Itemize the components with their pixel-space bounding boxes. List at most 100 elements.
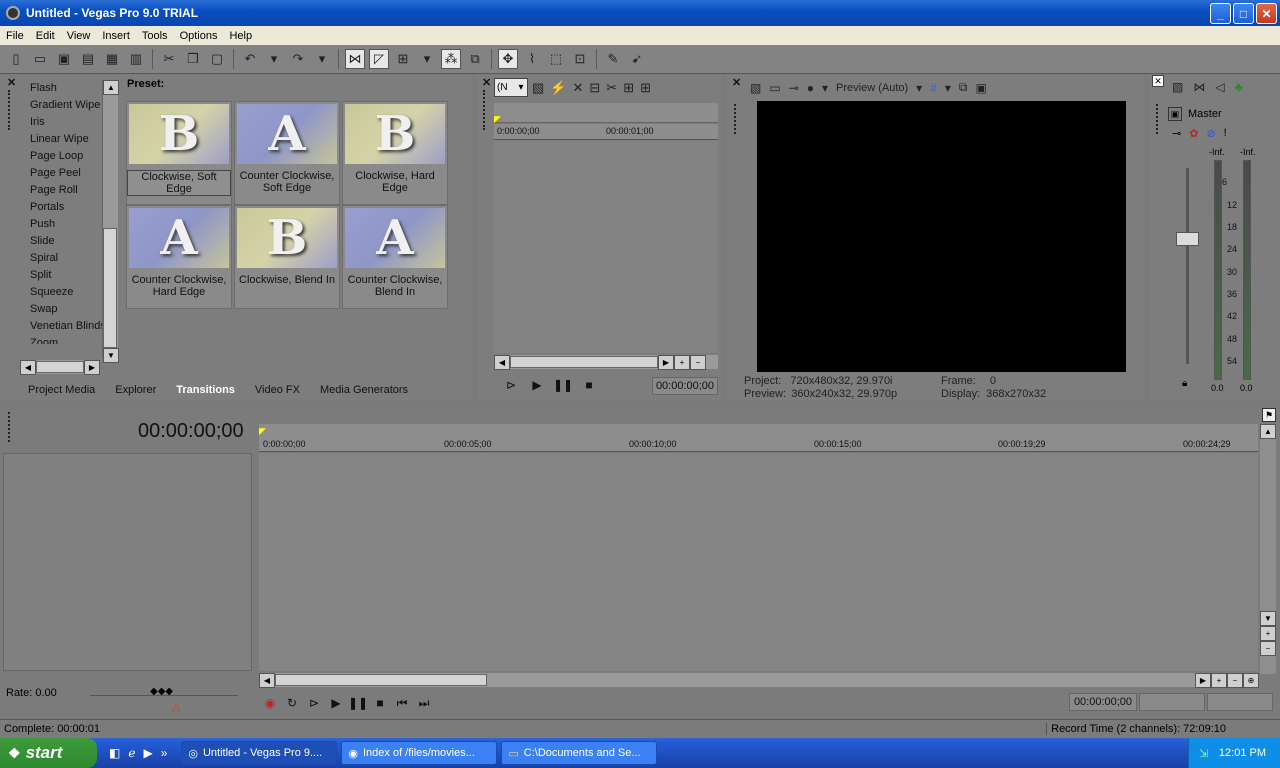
preview-properties-icon[interactable]: ▧ xyxy=(750,81,761,95)
zoom-tool-icon[interactable]: ⊕ xyxy=(1243,672,1259,688)
ripple-dropdown-icon[interactable]: ▾ xyxy=(417,49,437,69)
timeline-vertical-scrollbar[interactable]: ▲ ▼ + − xyxy=(1260,424,1276,674)
chevron-down-icon[interactable]: ▾ xyxy=(916,81,922,95)
insert-bus-icon[interactable]: ♣ xyxy=(1235,80,1243,94)
timeline-horizontal-scrollbar[interactable]: ◀ ▶ + − ⊕ xyxy=(259,672,1259,688)
panel-grip[interactable] xyxy=(8,412,11,442)
network-icon[interactable]: ⇲ xyxy=(1199,747,1208,760)
list-item[interactable]: Swap xyxy=(20,301,102,318)
tab-media-generators[interactable]: Media Generators xyxy=(310,384,418,396)
close-panel-icon[interactable]: ✕ xyxy=(482,76,491,89)
menu-insert[interactable]: Insert xyxy=(96,30,136,42)
panel-grip[interactable] xyxy=(483,90,486,130)
select-region-2-icon[interactable]: ⊞ xyxy=(640,80,651,96)
list-item[interactable]: Flash xyxy=(20,80,102,97)
track-list[interactable] xyxy=(3,453,252,671)
stop-icon[interactable]: ■ xyxy=(578,376,600,394)
timeline-ruler[interactable]: 0:00:00;00 00:00:05;00 00:00:10;00 00:00… xyxy=(259,437,1258,452)
preset-thumbnail[interactable]: B Clockwise, Soft Edge xyxy=(126,101,232,205)
preset-thumbnail[interactable]: A Counter Clockwise, Blend In xyxy=(342,205,448,309)
internet-explorer-icon[interactable]: ℯ xyxy=(128,746,135,760)
list-item[interactable]: Zoom xyxy=(20,335,102,344)
scroll-right-icon[interactable]: ▶ xyxy=(84,359,100,375)
preset-thumbnail[interactable]: B Clockwise, Blend In xyxy=(234,205,340,309)
save-icon[interactable]: ▣ xyxy=(54,49,74,69)
save-snapshot-icon[interactable]: ▣ xyxy=(976,81,987,95)
zoom-out-icon[interactable]: − xyxy=(1227,672,1243,688)
trimmer-history-dropdown[interactable]: (N ▾ xyxy=(494,78,528,97)
list-item[interactable]: Page Peel xyxy=(20,165,102,182)
scroll-up-icon[interactable]: ▲ xyxy=(1260,424,1276,439)
tab-video-fx[interactable]: Video FX xyxy=(245,384,310,396)
copy-snapshot-icon[interactable]: ⧉ xyxy=(959,80,968,95)
list-item[interactable]: Venetian Blinds xyxy=(20,318,102,335)
copy-icon[interactable]: ❐ xyxy=(183,49,203,69)
undo-icon[interactable]: ↶ xyxy=(240,49,260,69)
dim-output-icon[interactable]: ◁ xyxy=(1215,80,1224,94)
snapping-icon[interactable]: ⋈ xyxy=(345,49,365,69)
scroll-left-icon[interactable]: ◀ xyxy=(494,354,510,370)
go-to-start-icon[interactable]: ⏮ xyxy=(391,694,413,712)
undo-dropdown-icon[interactable]: ▾ xyxy=(264,49,284,69)
scroll-down-icon[interactable]: ▼ xyxy=(1260,611,1276,626)
media-player-icon[interactable]: ▶ xyxy=(143,746,152,760)
panel-grip[interactable] xyxy=(734,104,737,134)
scroll-thumb[interactable] xyxy=(103,228,117,348)
marker-flag-icon[interactable]: ⚑ xyxy=(1262,408,1276,422)
mute-icon[interactable]: ⊘ xyxy=(1206,127,1215,140)
list-item[interactable]: Squeeze xyxy=(20,284,102,301)
zoom-in-icon[interactable]: + xyxy=(674,354,690,370)
preset-thumbnail[interactable]: A Counter Clockwise, Hard Edge xyxy=(126,205,232,309)
play-icon[interactable]: ▶ xyxy=(526,376,548,394)
trim-icon[interactable]: ✂ xyxy=(606,80,617,96)
list-item[interactable]: Page Loop xyxy=(20,148,102,165)
external-monitor-icon[interactable]: ▭ xyxy=(769,81,780,95)
split-screen-icon[interactable]: ⊸ xyxy=(789,81,799,95)
preview-quality-icon[interactable]: ● xyxy=(807,81,814,95)
tab-transitions[interactable]: Transitions xyxy=(166,384,245,396)
list-item[interactable]: Iris xyxy=(20,114,102,131)
redo-icon[interactable]: ↷ xyxy=(288,49,308,69)
master-fader-knob[interactable] xyxy=(1176,232,1199,246)
close-panel-icon[interactable]: ✕ xyxy=(1152,75,1164,87)
trimmer-scrollbar[interactable]: ◀ ▶ + − xyxy=(494,354,718,370)
redo-dropdown-icon[interactable]: ▾ xyxy=(312,49,332,69)
list-item[interactable]: Spiral xyxy=(20,250,102,267)
maximize-button[interactable]: □ xyxy=(1233,3,1254,24)
list-item[interactable]: Split xyxy=(20,267,102,284)
lock-envelopes-icon[interactable]: ⁂ xyxy=(441,49,461,69)
preset-thumbnail[interactable]: B Clockwise, Hard Edge xyxy=(342,101,448,205)
zoom-tool-icon[interactable]: ⊡ xyxy=(570,49,590,69)
add-to-timeline-icon[interactable]: ⊟ xyxy=(589,80,600,96)
save-as-icon[interactable]: ▤ xyxy=(78,49,98,69)
menu-tools[interactable]: Tools xyxy=(136,30,174,42)
record-icon[interactable]: ◉ xyxy=(259,694,281,712)
rate-slider-handle[interactable]: ◆◆◆ xyxy=(150,686,173,697)
loop-playback-icon[interactable]: ↻ xyxy=(281,694,303,712)
close-button[interactable]: ✕ xyxy=(1256,3,1277,24)
scroll-right-icon[interactable]: ▶ xyxy=(658,354,674,370)
marker-bar[interactable]: ◤ xyxy=(259,424,1258,437)
ignore-grouping-icon[interactable]: ⧉ xyxy=(465,49,485,69)
play-from-start-icon[interactable]: ⊳ xyxy=(303,694,325,712)
stop-icon[interactable]: ■ xyxy=(369,694,391,712)
scroll-thumb[interactable] xyxy=(510,356,658,368)
taskbar-item-explorer[interactable]: ▭ C:\Documents and Se... xyxy=(501,741,658,765)
properties-icon[interactable]: ▥ xyxy=(126,49,146,69)
taskbar-item-browser[interactable]: ◉ Index of /files/movies... xyxy=(341,741,498,765)
trimmer-area[interactable] xyxy=(494,141,718,353)
clock[interactable]: 12:01 PM xyxy=(1219,747,1266,759)
mixer-properties-icon[interactable]: ▧ xyxy=(1172,80,1183,94)
panel-grip[interactable] xyxy=(8,90,11,130)
go-to-end-icon[interactable]: ⏭ xyxy=(413,694,435,712)
tab-explorer[interactable]: Explorer xyxy=(105,384,166,396)
taskbar-item-vegas[interactable]: ◎ Untitled - Vegas Pro 9.... xyxy=(181,741,338,765)
selection-tool-icon[interactable]: ⬚ xyxy=(546,49,566,69)
solo-icon[interactable]: ! xyxy=(1224,127,1227,140)
start-button[interactable]: ❖ start xyxy=(0,738,97,768)
list-item[interactable]: Page Roll xyxy=(20,182,102,199)
tab-project-media[interactable]: Project Media xyxy=(18,384,105,396)
close-panel-icon[interactable]: ✕ xyxy=(732,76,741,89)
trimmer-ruler[interactable]: 0:00:00;00 00:00:01;00 xyxy=(494,124,718,140)
master-fx-icon[interactable]: ▣ xyxy=(1168,107,1182,121)
